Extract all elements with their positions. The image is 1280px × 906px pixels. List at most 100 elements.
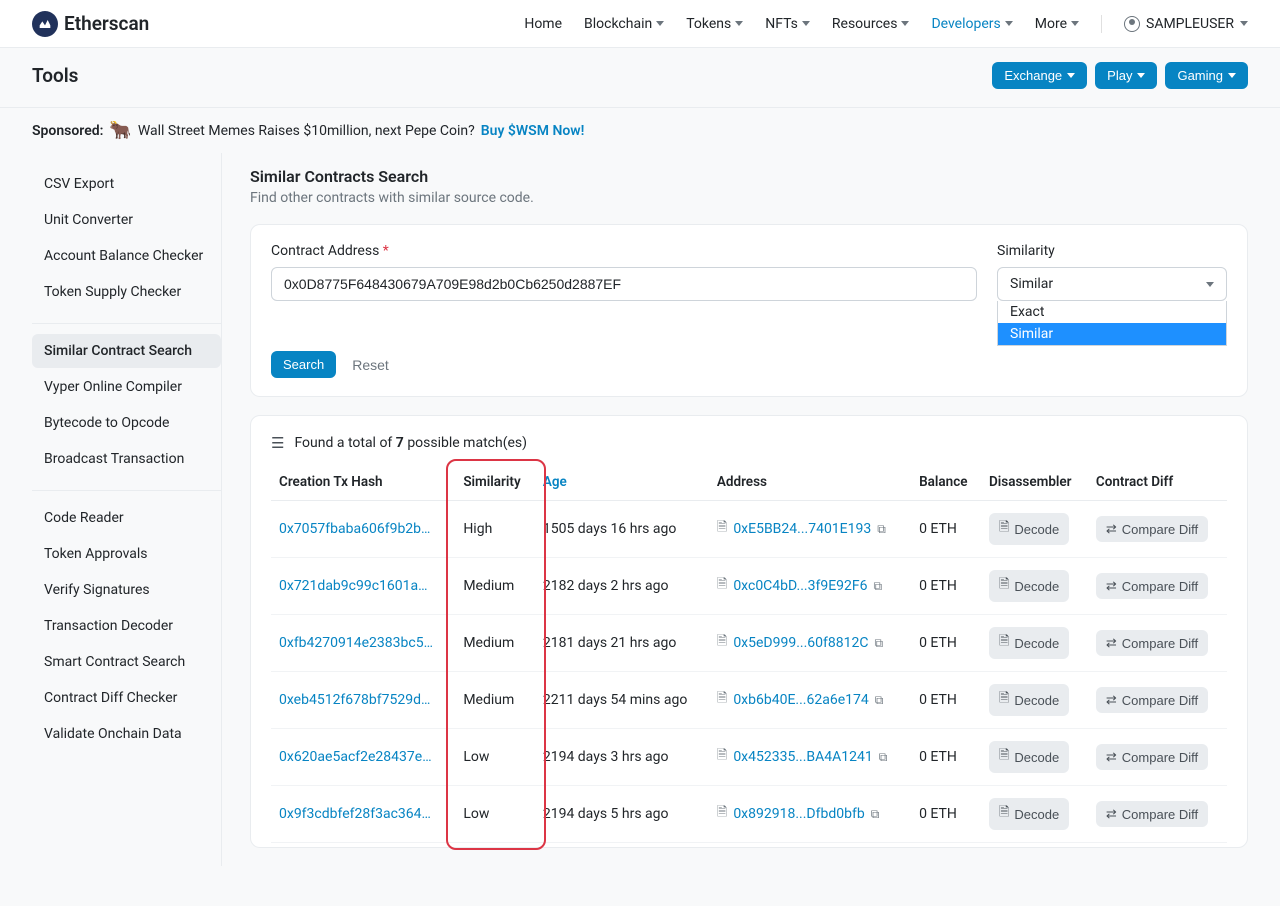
compare-diff-button[interactable]: ⇄Compare Diff <box>1096 630 1208 656</box>
chevron-down-icon <box>901 21 909 26</box>
decode-icon: 🗎 <box>999 632 1009 654</box>
address-link[interactable]: 0xE5BB24...7401E193 <box>733 521 871 537</box>
contract-address-input[interactable] <box>271 267 977 301</box>
address-link[interactable]: 0xb6b40E...62a6e174 <box>733 692 868 708</box>
sidebar-item-csv-export[interactable]: CSV Export <box>32 167 221 201</box>
sponsored-label: Sponsored: <box>32 123 103 139</box>
search-panel: Contract Address * Similarity Similar Ex… <box>250 224 1248 397</box>
gaming-button[interactable]: Gaming <box>1165 62 1248 89</box>
sponsored-cta[interactable]: Buy $WSM Now! <box>481 123 585 139</box>
sidebar-item-account-balance-checker[interactable]: Account Balance Checker <box>32 239 221 273</box>
results-summary: ☰ Found a total of 7 possible match(es) <box>271 434 1227 464</box>
tx-hash-link[interactable]: 0x620ae5acf2e28437e… <box>279 749 432 765</box>
main-layout: CSV ExportUnit ConverterAccount Balance … <box>0 153 1280 906</box>
page-title: Tools <box>32 64 78 87</box>
nav-home[interactable]: Home <box>524 16 562 32</box>
file-icon: 🗎 <box>717 632 727 654</box>
copy-icon[interactable]: ⧉ <box>879 750 888 765</box>
compare-diff-button[interactable]: ⇄Compare Diff <box>1096 573 1208 599</box>
decode-button[interactable]: 🗎Decode <box>989 627 1069 659</box>
col-age: Age <box>535 464 709 501</box>
sidebar: CSV ExportUnit ConverterAccount Balance … <box>32 153 222 866</box>
table-row: 0x7057fbaba606f9b2b…High1505 days 16 hrs… <box>271 501 1227 558</box>
copy-icon[interactable]: ⧉ <box>874 636 883 651</box>
sponsored-text: Wall Street Memes Raises $10million, nex… <box>138 123 475 139</box>
copy-icon[interactable]: ⧉ <box>877 522 886 537</box>
search-button[interactable]: Search <box>271 351 336 378</box>
balance-cell: 0 ETH <box>911 501 981 558</box>
similarity-cell: High <box>455 501 535 558</box>
decode-button[interactable]: 🗎Decode <box>989 570 1069 602</box>
compare-diff-button[interactable]: ⇄Compare Diff <box>1096 687 1208 713</box>
play-button[interactable]: Play <box>1095 62 1157 89</box>
sidebar-item-validate-onchain-data[interactable]: Validate Onchain Data <box>32 717 221 751</box>
file-icon: 🗎 <box>717 689 727 711</box>
nav-resources[interactable]: Resources <box>832 16 910 32</box>
sidebar-item-code-reader[interactable]: Code Reader <box>32 501 221 535</box>
sidebar-item-token-approvals[interactable]: Token Approvals <box>32 537 221 571</box>
chevron-down-icon <box>1067 73 1075 78</box>
chevron-down-icon <box>735 21 743 26</box>
user-menu[interactable]: SAMPLEUSER <box>1124 16 1248 32</box>
compare-diff-button[interactable]: ⇄Compare Diff <box>1096 801 1208 827</box>
chevron-down-icon <box>802 21 810 26</box>
chevron-down-icon <box>1240 21 1248 26</box>
tx-hash-link[interactable]: 0x9f3cdbfef28f3ac364… <box>279 806 431 822</box>
sidebar-item-verify-signatures[interactable]: Verify Signatures <box>32 573 221 607</box>
compare-icon: ⇄ <box>1106 749 1117 765</box>
sidebar-item-transaction-decoder[interactable]: Transaction Decoder <box>32 609 221 643</box>
address-link[interactable]: 0xc0C4bD...3f9E92F6 <box>733 578 867 594</box>
sidebar-item-similar-contract-search[interactable]: Similar Contract Search <box>32 334 221 368</box>
sidebar-item-broadcast-transaction[interactable]: Broadcast Transaction <box>32 442 221 476</box>
similarity-selected-value: Similar <box>1010 276 1053 292</box>
decode-icon: 🗎 <box>999 803 1009 825</box>
address-link[interactable]: 0x5eD999...60f8812C <box>733 635 868 651</box>
sidebar-item-token-supply-checker[interactable]: Token Supply Checker <box>32 275 221 309</box>
nav-blockchain[interactable]: Blockchain <box>584 16 664 32</box>
compare-icon: ⇄ <box>1106 521 1117 537</box>
list-icon: ☰ <box>271 434 284 452</box>
nav-tokens[interactable]: Tokens <box>686 16 743 32</box>
sidebar-group: Code ReaderToken ApprovalsVerify Signatu… <box>32 490 221 759</box>
decode-button[interactable]: 🗎Decode <box>989 741 1069 773</box>
nav-more[interactable]: More <box>1035 16 1079 32</box>
tx-hash-link[interactable]: 0x7057fbaba606f9b2b… <box>279 521 430 537</box>
tx-hash-link[interactable]: 0x721dab9c99c1601a… <box>279 578 428 594</box>
brand-logo[interactable]: Etherscan <box>32 11 149 37</box>
sidebar-item-bytecode-to-opcode[interactable]: Bytecode to Opcode <box>32 406 221 440</box>
reset-button[interactable]: Reset <box>352 357 389 373</box>
tx-hash-link[interactable]: 0xfb4270914e2383bc5… <box>279 635 433 651</box>
address-link[interactable]: 0x892918...Dfbd0bfb <box>733 806 864 822</box>
exchange-button[interactable]: Exchange <box>992 62 1087 89</box>
nav-nfts[interactable]: NFTs <box>765 16 810 32</box>
copy-icon[interactable]: ⧉ <box>871 807 880 822</box>
decode-button[interactable]: 🗎Decode <box>989 684 1069 716</box>
sidebar-item-vyper-online-compiler[interactable]: Vyper Online Compiler <box>32 370 221 404</box>
file-icon: 🗎 <box>717 803 727 825</box>
required-star: * <box>383 243 389 259</box>
file-icon: 🗎 <box>717 518 727 540</box>
sidebar-item-contract-diff-checker[interactable]: Contract Diff Checker <box>32 681 221 715</box>
copy-icon[interactable]: ⧉ <box>874 579 883 594</box>
sidebar-item-smart-contract-search[interactable]: Smart Contract Search <box>32 645 221 679</box>
compare-icon: ⇄ <box>1106 692 1117 708</box>
nav-developers[interactable]: Developers <box>931 16 1012 32</box>
compare-diff-button[interactable]: ⇄Compare Diff <box>1096 516 1208 542</box>
copy-icon[interactable]: ⧉ <box>875 693 884 708</box>
similarity-dropdown: ExactSimilar <box>997 301 1227 346</box>
address-link[interactable]: 0x452335...BA4A1241 <box>733 749 872 765</box>
age-cell: 2181 days 21 hrs ago <box>535 615 709 672</box>
sidebar-item-unit-converter[interactable]: Unit Converter <box>32 203 221 237</box>
file-icon: 🗎 <box>717 746 727 768</box>
tx-hash-link[interactable]: 0xeb4512f678bf7529d… <box>279 692 430 708</box>
similarity-select[interactable]: Similar <box>997 267 1227 301</box>
similarity-cell: Medium <box>455 558 535 615</box>
decode-button[interactable]: 🗎Decode <box>989 513 1069 545</box>
similarity-option-similar[interactable]: Similar <box>998 323 1226 345</box>
decode-icon: 🗎 <box>999 518 1009 540</box>
chevron-down-icon <box>1005 21 1013 26</box>
brand-name: Etherscan <box>64 12 149 35</box>
similarity-option-exact[interactable]: Exact <box>998 301 1226 323</box>
decode-button[interactable]: 🗎Decode <box>989 798 1069 830</box>
title-bar: Tools Exchange Play Gaming <box>0 48 1280 108</box>
